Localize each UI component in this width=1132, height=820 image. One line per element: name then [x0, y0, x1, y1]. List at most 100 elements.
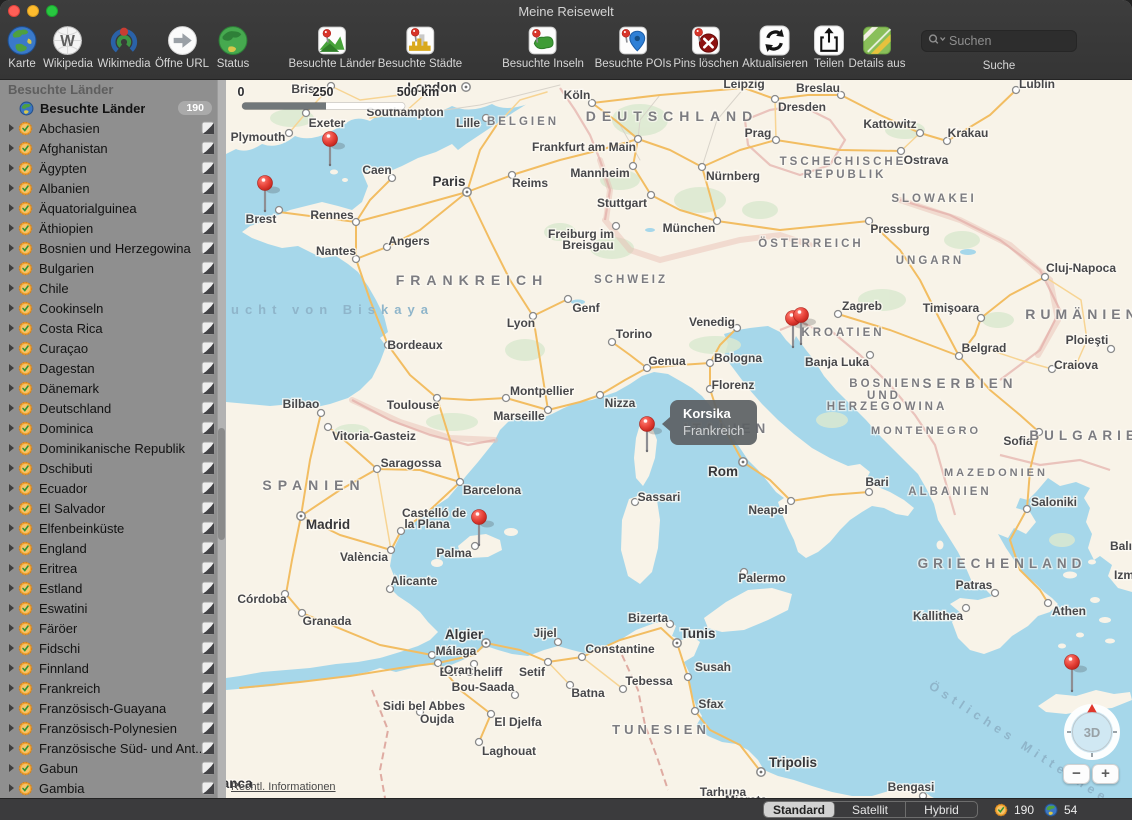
edit-note-icon[interactable]: [201, 501, 215, 515]
sidebar-item-country[interactable]: Abchasien: [0, 118, 226, 138]
disclosure-triangle-icon[interactable]: [9, 564, 14, 572]
disclosure-triangle-icon[interactable]: [9, 524, 14, 532]
disclosure-triangle-icon[interactable]: [9, 204, 14, 212]
legal-info-link[interactable]: Rechtl. Informationen: [231, 781, 336, 793]
sidebar-item-country[interactable]: Dominikanische Republik: [0, 438, 226, 458]
sidebar-item-country[interactable]: Curaçao: [0, 338, 226, 358]
sidebar-item-country[interactable]: Färöer: [0, 618, 226, 638]
toolbar-button-wikimedia[interactable]: Wikimedia: [97, 24, 150, 70]
segment-hybrid[interactable]: Hybrid: [906, 802, 977, 817]
edit-note-icon[interactable]: [201, 281, 215, 295]
edit-note-icon[interactable]: [201, 681, 215, 695]
sidebar-item-country[interactable]: Französisch-Polynesien: [0, 718, 226, 738]
toolbar-button-wikipedia[interactable]: WWikipedia: [43, 24, 93, 70]
toolbar-button-pins-loeschen[interactable]: Pins löschen: [673, 24, 738, 70]
edit-note-icon[interactable]: [201, 241, 215, 255]
sidebar-item-country[interactable]: Bosnien und Herzegowina: [0, 238, 226, 258]
edit-note-icon[interactable]: [201, 361, 215, 375]
sidebar-item-country[interactable]: Gambia: [0, 778, 226, 798]
sidebar-item-country[interactable]: Afghanistan: [0, 138, 226, 158]
disclosure-triangle-icon[interactable]: [9, 264, 14, 272]
edit-note-icon[interactable]: [201, 161, 215, 175]
disclosure-triangle-icon[interactable]: [9, 784, 14, 792]
segment-satellit[interactable]: Satellit: [835, 802, 906, 817]
sidebar-item-country[interactable]: Fidschi: [0, 638, 226, 658]
disclosure-triangle-icon[interactable]: [9, 464, 14, 472]
toolbar-button-besuchte-staedte[interactable]: Besuchte Städte: [378, 24, 462, 70]
toolbar-button-status[interactable]: Status: [217, 24, 250, 70]
toolbar-button-karte[interactable]: Karte: [6, 24, 39, 70]
sidebar-scrollbar[interactable]: [217, 80, 226, 798]
sidebar-item-country[interactable]: Cookinseln: [0, 298, 226, 318]
edit-note-icon[interactable]: [201, 481, 215, 495]
toolbar-button-teilen[interactable]: Teilen: [813, 24, 846, 70]
sidebar-item-country[interactable]: Eritrea: [0, 558, 226, 578]
edit-note-icon[interactable]: [201, 721, 215, 735]
toolbar-button-besuchte-pois[interactable]: Besuchte POIs: [595, 24, 672, 70]
scrollbar-thumb[interactable]: [218, 428, 225, 540]
sidebar-item-country[interactable]: Estland: [0, 578, 226, 598]
sidebar-item-country[interactable]: Äquatorialguinea: [0, 198, 226, 218]
disclosure-triangle-icon[interactable]: [9, 644, 14, 652]
disclosure-triangle-icon[interactable]: [9, 624, 14, 632]
sidebar-item-country[interactable]: Deutschland: [0, 398, 226, 418]
sidebar-item-country[interactable]: Ecuador: [0, 478, 226, 498]
sidebar-item-country[interactable]: Bulgarien: [0, 258, 226, 278]
disclosure-triangle-icon[interactable]: [9, 764, 14, 772]
edit-note-icon[interactable]: [201, 461, 215, 475]
edit-note-icon[interactable]: [201, 121, 215, 135]
sidebar-item-besuchte-laender-root[interactable]: Besuchte Länder190: [0, 98, 226, 118]
sidebar-item-country[interactable]: Ägypten: [0, 158, 226, 178]
sidebar-item-country[interactable]: Dominica: [0, 418, 226, 438]
sidebar-item-country[interactable]: Französisch-Guayana: [0, 698, 226, 718]
edit-note-icon[interactable]: [201, 421, 215, 435]
disclosure-triangle-icon[interactable]: [9, 344, 14, 352]
edit-note-icon[interactable]: [201, 321, 215, 335]
edit-note-icon[interactable]: [201, 181, 215, 195]
sidebar-item-country[interactable]: Gabun: [0, 758, 226, 778]
disclosure-triangle-icon[interactable]: [9, 704, 14, 712]
edit-note-icon[interactable]: [201, 581, 215, 595]
disclosure-triangle-icon[interactable]: [9, 424, 14, 432]
sidebar-item-country[interactable]: Französische Süd- und Ant...: [0, 738, 226, 758]
sidebar-item-country[interactable]: England: [0, 538, 226, 558]
edit-note-icon[interactable]: [201, 761, 215, 775]
sidebar-item-country[interactable]: El Salvador: [0, 498, 226, 518]
sidebar-item-country[interactable]: Chile: [0, 278, 226, 298]
edit-note-icon[interactable]: [201, 781, 215, 795]
sidebar-item-country[interactable]: Costa Rica: [0, 318, 226, 338]
disclosure-triangle-icon[interactable]: [9, 544, 14, 552]
edit-note-icon[interactable]: [201, 221, 215, 235]
disclosure-triangle-icon[interactable]: [9, 284, 14, 292]
sidebar-item-country[interactable]: Finnland: [0, 658, 226, 678]
disclosure-triangle-icon[interactable]: [9, 584, 14, 592]
edit-note-icon[interactable]: [201, 641, 215, 655]
sidebar-item-country[interactable]: Elfenbeinküste: [0, 518, 226, 538]
edit-note-icon[interactable]: [201, 201, 215, 215]
disclosure-triangle-icon[interactable]: [9, 744, 14, 752]
disclosure-triangle-icon[interactable]: [9, 684, 14, 692]
edit-note-icon[interactable]: [201, 701, 215, 715]
disclosure-triangle-icon[interactable]: [9, 604, 14, 612]
disclosure-triangle-icon[interactable]: [9, 224, 14, 232]
disclosure-triangle-icon[interactable]: [9, 244, 14, 252]
disclosure-triangle-icon[interactable]: [9, 724, 14, 732]
disclosure-triangle-icon[interactable]: [9, 144, 14, 152]
close-button[interactable]: [8, 5, 20, 17]
zoom-button[interactable]: [46, 5, 58, 17]
toolbar-button-besuchte-inseln[interactable]: Besuchte Inseln: [502, 24, 584, 70]
compass-3d-control[interactable]: 3D: [1064, 704, 1120, 760]
edit-note-icon[interactable]: [201, 441, 215, 455]
edit-note-icon[interactable]: [201, 661, 215, 675]
edit-note-icon[interactable]: [201, 601, 215, 615]
search-field[interactable]: [921, 30, 1077, 52]
sidebar-item-country[interactable]: Frankreich: [0, 678, 226, 698]
disclosure-triangle-icon[interactable]: [9, 664, 14, 672]
disclosure-triangle-icon[interactable]: [9, 404, 14, 412]
segment-standard[interactable]: Standard: [764, 802, 835, 817]
edit-note-icon[interactable]: [201, 141, 215, 155]
edit-note-icon[interactable]: [201, 561, 215, 575]
edit-note-icon[interactable]: [201, 401, 215, 415]
map-view[interactable]: ucht von BiskayaÖstliches Mittelmeer Ply…: [226, 80, 1132, 798]
disclosure-triangle-icon[interactable]: [9, 324, 14, 332]
